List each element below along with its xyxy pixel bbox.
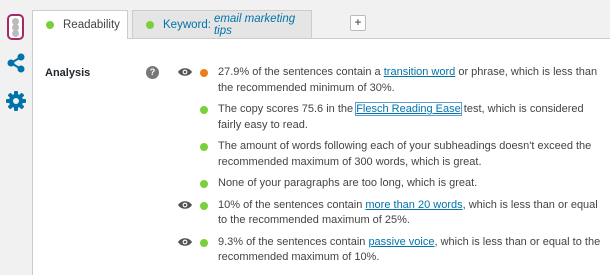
status-bullet-icon: [46, 21, 54, 29]
result-text: 10% of the sentences contain: [218, 198, 366, 211]
status-good-icon: [200, 180, 208, 188]
analysis-result-item: The amount of words following each of yo…: [178, 139, 603, 170]
tab-keyword[interactable]: Keyword: email marketing tips: [132, 10, 312, 38]
analysis-result-item: The copy scores 75.6 in the Flesch Readi…: [178, 102, 603, 133]
analysis-result-item: 27.9% of the sentences contain a transit…: [178, 65, 603, 96]
traffic-light-dot: [12, 30, 19, 37]
result-text: 27.9% of the sentences contain a: [218, 66, 384, 78]
share-icon[interactable]: [5, 52, 27, 74]
status-bullet-icon: [146, 20, 154, 29]
tab-label: Keyword:: [163, 18, 211, 31]
eye-icon[interactable]: [178, 200, 192, 210]
analysis-results: 27.9% of the sentences contain a transit…: [178, 65, 603, 272]
analysis-result-item: 10% of the sentences contain more than 2…: [178, 198, 603, 229]
icon-rail: [0, 0, 32, 275]
eye-icon[interactable]: [178, 67, 192, 77]
result-link[interactable]: more than 20 words: [365, 199, 462, 211]
result-link[interactable]: Flesch Reading Ease: [355, 102, 462, 116]
tab-keyword-value: email marketing tips: [213, 12, 296, 37]
analysis-result-item: 9.3% of the sentences contain passive vo…: [178, 235, 603, 266]
result-link[interactable]: passive voice: [368, 236, 434, 248]
add-keyword-button[interactable]: +: [350, 15, 366, 31]
result-text: None of your paragraphs are too long, wh…: [218, 177, 478, 189]
analysis-panel: Analysis ? 27.9% of the sentences contai…: [32, 38, 610, 275]
tab-readability[interactable]: Readability: [32, 10, 128, 39]
result-link[interactable]: transition word: [384, 66, 456, 78]
help-icon[interactable]: ?: [146, 66, 159, 79]
result-text: The copy scores 75.6 in the: [218, 103, 357, 115]
result-text: The amount of words following each of yo…: [218, 140, 592, 168]
gear-icon[interactable]: [5, 90, 27, 112]
analysis-result-item: None of your paragraphs are too long, wh…: [178, 176, 603, 192]
status-good-icon: [200, 143, 208, 151]
eye-icon[interactable]: [178, 237, 192, 247]
status-good-icon: [200, 238, 208, 247]
tab-label: Readability: [63, 19, 120, 31]
status-good-icon: [200, 201, 208, 210]
analysis-heading: Analysis: [45, 67, 91, 79]
traffic-light-icon[interactable]: [7, 14, 24, 40]
result-text: 9.3% of the sentences contain: [218, 235, 369, 248]
status-ok-icon: [200, 69, 208, 77]
status-good-icon: [200, 106, 208, 114]
